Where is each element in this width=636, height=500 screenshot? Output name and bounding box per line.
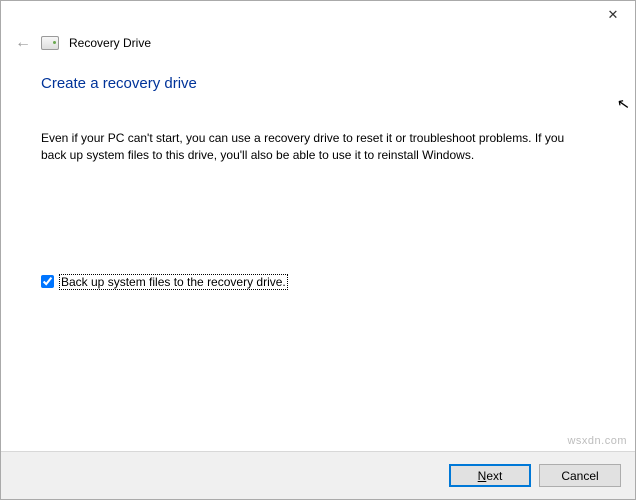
header: ← Recovery Drive [1, 29, 635, 65]
page-description: Even if your PC can't start, you can use… [41, 130, 571, 164]
content-area: Create a recovery drive Even if your PC … [1, 65, 635, 451]
wizard-window: ✕ ← Recovery Drive Create a recovery dri… [0, 0, 636, 500]
backup-checkbox-label: Back up system files to the recovery dri… [59, 274, 288, 290]
watermark-text: wsxdn.com [567, 435, 627, 447]
next-button[interactable]: Next [449, 464, 531, 487]
page-heading: Create a recovery drive [41, 75, 595, 92]
backup-checkbox-row[interactable]: Back up system files to the recovery dri… [41, 274, 595, 290]
window-title: Recovery Drive [69, 36, 151, 50]
backup-checkbox[interactable] [41, 275, 54, 288]
footer: Next Cancel [1, 451, 635, 499]
next-button-mnemonic: N [478, 469, 487, 483]
drive-icon [41, 36, 59, 50]
back-arrow-icon[interactable]: ← [15, 35, 31, 51]
cancel-button[interactable]: Cancel [539, 464, 621, 487]
close-button[interactable]: ✕ [591, 1, 635, 29]
titlebar: ✕ [1, 1, 635, 29]
next-button-text: ext [486, 469, 502, 483]
